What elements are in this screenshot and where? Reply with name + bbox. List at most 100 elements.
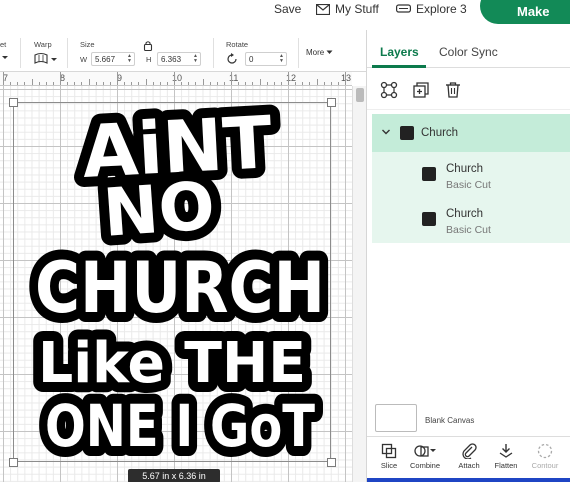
layer-group-church[interactable]: Church	[372, 114, 570, 152]
offset-label: et	[0, 40, 7, 49]
ruler-tick	[81, 82, 83, 85]
panel-tabs: Layers Color Sync	[367, 30, 570, 68]
ruler-tick	[38, 82, 40, 85]
layer-tools	[367, 68, 570, 110]
contour-button[interactable]: Contour	[527, 439, 563, 479]
horizontal-ruler: 7 8 9 10 11 12 13	[0, 72, 352, 86]
save-button[interactable]: Save	[274, 0, 301, 18]
layers-panel: Layers Color Sync Church Church Basic Cu…	[366, 30, 570, 482]
rotate-value: 0	[249, 54, 254, 64]
ruler-tick	[159, 82, 161, 85]
ruler-tick	[17, 82, 19, 85]
ruler-tick	[245, 82, 247, 85]
ungroup-icon[interactable]	[379, 80, 399, 100]
slice-icon	[381, 443, 397, 459]
make-button[interactable]: Make	[480, 0, 570, 24]
combine-button[interactable]: Combine	[407, 439, 443, 479]
slice-button[interactable]: Slice	[371, 439, 407, 479]
scrollbar-thumb[interactable]	[356, 88, 364, 102]
dimensions-text: 5.67 in x 6.36 in	[142, 471, 206, 481]
tab-color-sync[interactable]: Color Sync	[439, 45, 498, 59]
ruler-tick	[102, 82, 104, 85]
layer-thumbnail	[422, 212, 436, 226]
ruler-tick	[302, 82, 304, 85]
explore-label: Explore 3	[416, 2, 467, 16]
ruler-tick	[181, 82, 183, 85]
rotate-input[interactable]: 0 ▲ ▼	[245, 52, 287, 66]
ruler-tick	[273, 82, 275, 85]
more-button[interactable]: More	[306, 48, 333, 57]
layer-name: Church	[446, 208, 484, 220]
size-label: Size	[80, 40, 95, 49]
ruler-tick	[95, 82, 97, 85]
ruler-tick	[266, 82, 268, 85]
offset-dropdown-icon[interactable]	[0, 55, 10, 61]
height-label: H	[146, 55, 152, 64]
church-artwork[interactable]: AiNT NO CHURCH Like THE ONE I GoT	[10, 104, 340, 474]
ruler-tick	[67, 82, 69, 85]
group-thumbnail	[400, 126, 414, 140]
ruler-tick	[88, 79, 90, 85]
toolbar-divider	[213, 38, 214, 68]
ruler-tick	[24, 82, 26, 85]
ruler-tick	[280, 82, 282, 85]
ruler-tick	[166, 82, 168, 85]
warp-button[interactable]	[33, 52, 59, 66]
ruler-tick	[238, 82, 240, 85]
explore-machine-button[interactable]: Explore 3	[396, 0, 467, 18]
combine-label: Combine	[409, 461, 440, 470]
my-stuff-button[interactable]: My Stuff	[316, 0, 379, 18]
chevron-down-icon[interactable]	[381, 127, 391, 137]
machine-icon	[396, 4, 411, 13]
toolbar-divider	[20, 38, 21, 68]
design-canvas[interactable]: AiNT NO CHURCH Like THE ONE I GoT 5.67 i…	[0, 86, 352, 482]
ruler-tick	[330, 82, 332, 85]
group-name: Church	[421, 127, 459, 139]
chevron-down-icon	[326, 50, 333, 54]
ruler-tick	[117, 72, 118, 85]
ruler-tick	[145, 79, 147, 85]
save-label: Save	[274, 2, 302, 16]
ruler-tick	[152, 82, 154, 85]
toolbar-divider	[67, 38, 68, 68]
height-input[interactable]: 6.363 ▲ ▼	[157, 52, 201, 66]
height-stepper[interactable]: ▲ ▼	[193, 54, 198, 64]
flatten-button[interactable]: Flatten	[488, 439, 524, 479]
delete-icon[interactable]	[443, 80, 463, 100]
lock-icon[interactable]	[143, 40, 153, 51]
ruler-tick	[45, 82, 47, 85]
slice-label: Slice	[380, 461, 398, 470]
layer-item[interactable]: Church Basic Cut	[372, 197, 570, 243]
artwork-line-5: ONE I GoT	[45, 392, 315, 460]
contour-label: Contour	[531, 461, 559, 470]
ruler-tick	[309, 82, 311, 85]
ruler-tick	[231, 72, 232, 85]
envelope-icon	[316, 3, 330, 15]
width-stepper[interactable]: ▲ ▼	[127, 54, 132, 64]
artwork-line-3: CHURCH	[35, 247, 325, 329]
width-value: 5.667	[95, 54, 116, 64]
ruler-tick	[345, 72, 346, 85]
blank-canvas-swatch[interactable]	[375, 404, 417, 432]
layer-children: Church Basic Cut Church Basic Cut	[372, 152, 570, 243]
attach-label: Attach	[458, 461, 480, 470]
toolbar-divider	[298, 38, 299, 68]
layer-operation: Basic Cut	[446, 179, 491, 191]
warp-label: Warp	[34, 40, 52, 49]
ruler-tick	[3, 72, 4, 85]
attach-button[interactable]: Attach	[451, 439, 487, 479]
width-input[interactable]: 5.667 ▲ ▼	[91, 52, 135, 66]
ruler-tick	[323, 82, 325, 85]
layer-item[interactable]: Church Basic Cut	[372, 152, 570, 197]
bottom-accent-strip	[367, 478, 570, 482]
duplicate-icon[interactable]	[411, 80, 431, 100]
ruler-tick	[295, 82, 297, 85]
ruler-tick	[259, 79, 261, 85]
ruler-tick	[138, 82, 140, 85]
ruler-tick	[74, 82, 76, 85]
ruler-tick	[131, 82, 133, 85]
rotate-stepper[interactable]: ▲ ▼	[279, 54, 284, 64]
vertical-scrollbar[interactable]	[352, 86, 366, 482]
tab-layers[interactable]: Layers	[380, 45, 419, 59]
ruler-tick	[223, 82, 225, 85]
